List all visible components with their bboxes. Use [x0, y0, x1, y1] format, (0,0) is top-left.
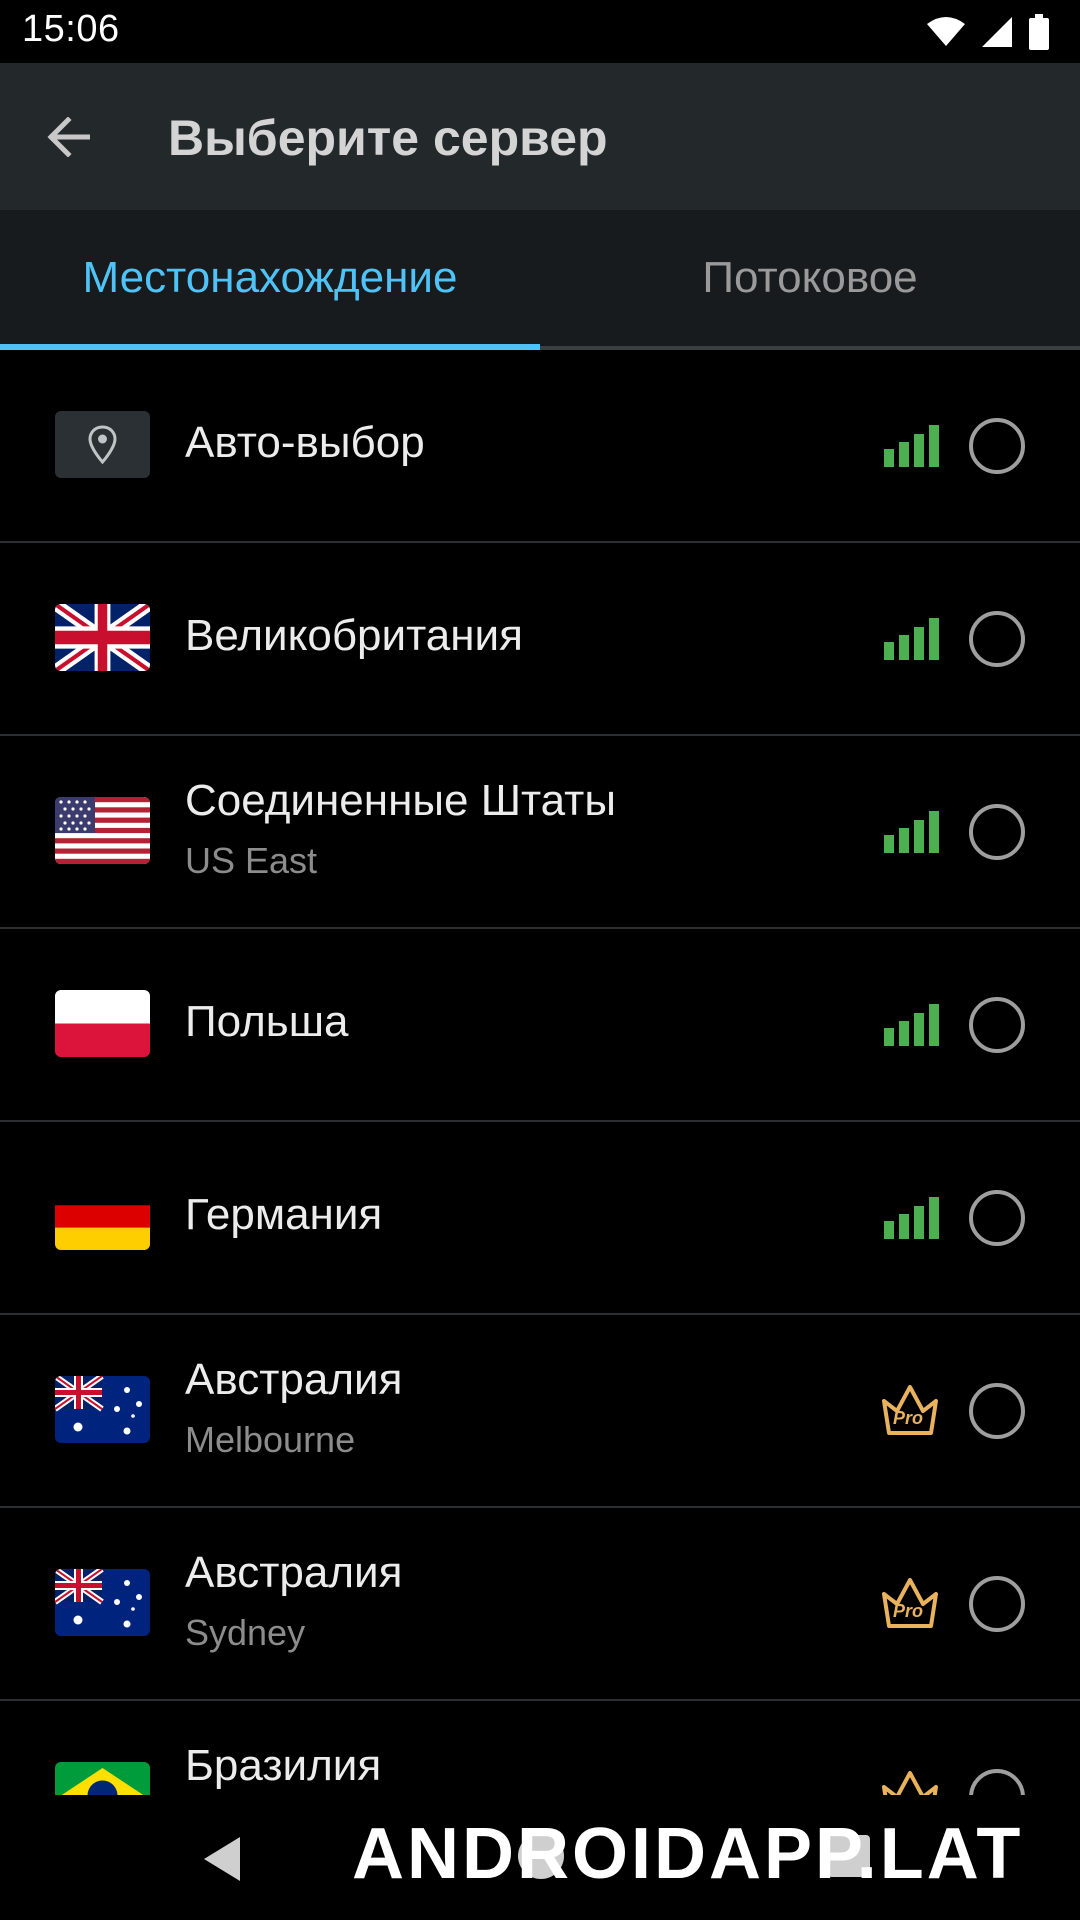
server-city: Melbourne — [185, 1419, 356, 1460]
server-list[interactable]: Авто-выбор Великобритания Соединенные Шт… — [0, 350, 1080, 1795]
page-title: Выберите сервер — [168, 110, 608, 166]
server-row-brazil[interactable]: Бразилия Pro — [0, 1701, 1080, 1795]
signal-strength-icon — [884, 1004, 939, 1046]
server-row-germany[interactable]: Германия — [0, 1122, 1080, 1315]
server-city: US East — [185, 840, 318, 881]
pro-crown-icon: Pro — [880, 1383, 940, 1437]
server-row-australia-melbourne[interactable]: Австралия Melbourne Pro — [0, 1315, 1080, 1508]
server-city: Sydney — [185, 1612, 306, 1653]
tab-streaming[interactable]: Потоковое — [540, 210, 1080, 346]
germany-flag-icon — [55, 1183, 150, 1250]
pro-crown-icon: Pro — [880, 1576, 940, 1630]
server-radio[interactable] — [969, 1576, 1025, 1632]
server-radio[interactable] — [969, 997, 1025, 1053]
back-button[interactable] — [28, 103, 108, 171]
server-radio[interactable] — [969, 418, 1025, 474]
australia-flag-icon — [55, 1376, 150, 1443]
location-pin-icon — [55, 411, 150, 478]
server-name: Бразилия — [185, 1741, 382, 1790]
server-name: Польша — [185, 997, 349, 1046]
us-flag-icon — [55, 797, 150, 864]
signal-strength-icon — [884, 811, 939, 853]
server-name: Германия — [185, 1190, 383, 1239]
server-row-auto[interactable]: Авто-выбор — [0, 350, 1080, 543]
tab-location[interactable]: Местонахождение — [0, 210, 540, 346]
pro-label: Pro — [893, 1408, 924, 1428]
brazil-flag-icon — [55, 1762, 150, 1795]
server-name: Великобритания — [185, 611, 523, 660]
server-radio[interactable] — [969, 1190, 1025, 1246]
server-name: Австралия — [185, 1548, 403, 1597]
server-row-uk[interactable]: Великобритания — [0, 543, 1080, 736]
server-name: Соединенные Штаты — [185, 776, 616, 825]
pro-label: Pro — [893, 1601, 924, 1621]
server-row-us[interactable]: Соединенные Штаты US East — [0, 736, 1080, 929]
uk-flag-icon — [55, 604, 150, 671]
watermark: ANDROIDAPP.LAT — [352, 1814, 1024, 1894]
poland-flag-icon — [55, 990, 150, 1057]
server-row-australia-sydney[interactable]: Австралия Sydney Pro — [0, 1508, 1080, 1701]
signal-strength-icon — [884, 618, 939, 660]
nav-back-icon[interactable] — [200, 1835, 244, 1883]
wifi-icon — [927, 17, 965, 46]
server-row-poland[interactable]: Польша — [0, 929, 1080, 1122]
pro-crown-icon: Pro — [880, 1769, 940, 1795]
australia-flag-icon — [55, 1569, 150, 1636]
server-radio[interactable] — [969, 1769, 1025, 1795]
server-radio[interactable] — [969, 804, 1025, 860]
server-radio[interactable] — [969, 1383, 1025, 1439]
server-name: Австралия — [185, 1355, 403, 1404]
app-bar: Выберите сервер — [0, 63, 1080, 210]
server-radio[interactable] — [969, 611, 1025, 667]
arrow-back-icon — [47, 117, 90, 157]
system-nav-bar: ANDROIDAPP.LAT — [0, 1795, 1080, 1920]
signal-strength-icon — [884, 1197, 939, 1239]
status-bar: 15:06 — [0, 0, 1080, 63]
tab-bar: Местонахождение Потоковое — [0, 210, 1080, 350]
signal-strength-icon — [884, 425, 939, 467]
server-name: Авто-выбор — [185, 418, 425, 467]
status-icons — [926, 12, 1050, 52]
status-time: 15:06 — [22, 8, 120, 50]
battery-icon — [1029, 14, 1049, 50]
cell-signal-icon — [982, 17, 1012, 47]
